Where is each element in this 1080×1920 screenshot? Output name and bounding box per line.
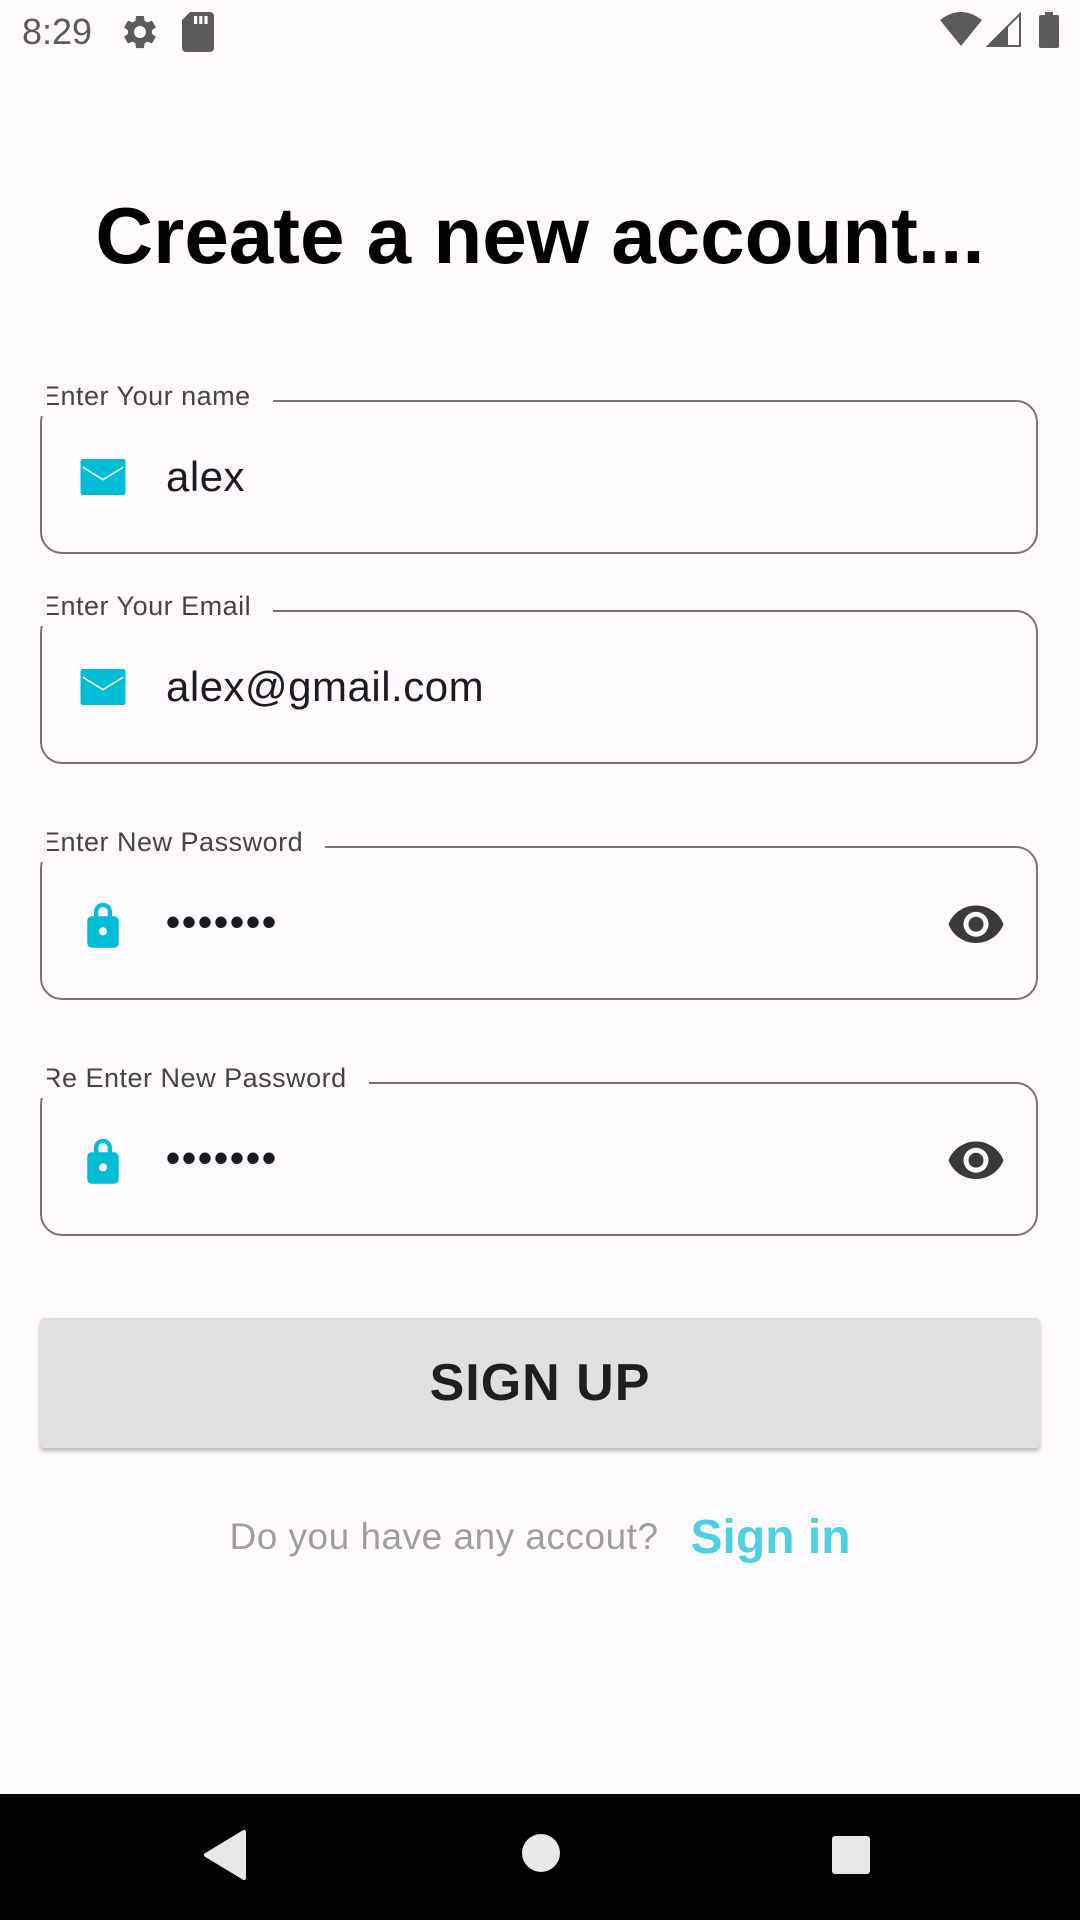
mail-icon [76, 450, 130, 504]
battery-icon [1038, 12, 1060, 53]
password-input[interactable]: ••••••• [166, 901, 278, 946]
mail-icon [76, 660, 130, 714]
signal-icon [985, 11, 1022, 53]
recents-icon[interactable] [830, 1834, 872, 1881]
status-time: 8:29 [22, 11, 93, 52]
signin-prompt-row: Do you have any accout? Sign in [0, 1502, 1080, 1572]
repassword-input[interactable]: ••••••• [166, 1137, 278, 1182]
eye-icon[interactable] [946, 893, 1006, 953]
eye-icon[interactable] [946, 1129, 1006, 1189]
back-icon[interactable] [202, 1830, 248, 1885]
repassword-field[interactable]: Re Enter New Password ••••••• [39, 1058, 1038, 1236]
signin-link[interactable]: Sign in [691, 1510, 851, 1565]
email-field[interactable]: Enter Your Email alex@gmail.com [38, 586, 1038, 764]
wifi-icon [940, 12, 982, 53]
email-input[interactable]: alex@gmail.com [166, 663, 484, 711]
repassword-field-label: Re Enter New Password [39, 1058, 369, 1098]
gear-icon [120, 12, 160, 57]
home-icon[interactable] [520, 1832, 562, 1879]
password-field[interactable]: Enter New Password ••••••• [38, 822, 1038, 1000]
password-field-label: Enter New Password [38, 822, 326, 862]
lock-icon [76, 1132, 130, 1186]
lock-icon [76, 896, 130, 950]
email-field-label: Enter Your Email [38, 586, 274, 626]
sd-card-icon [182, 12, 214, 57]
signin-prompt-text: Do you have any accout? [229, 1516, 659, 1557]
signup-button[interactable]: SIGN UP [40, 1318, 1040, 1448]
name-field-label: Enter Your name [39, 376, 273, 416]
name-input[interactable]: alex [166, 453, 245, 501]
page-title: Create a new account... [95, 191, 985, 280]
status-bar: 8:29 [0, 0, 1080, 64]
name-field[interactable]: Enter Your name alex [39, 376, 1038, 554]
signup-screen: 8:29 Create a new account... Enter Your … [0, 0, 1080, 1920]
navigation-bar [0, 1794, 1080, 1920]
